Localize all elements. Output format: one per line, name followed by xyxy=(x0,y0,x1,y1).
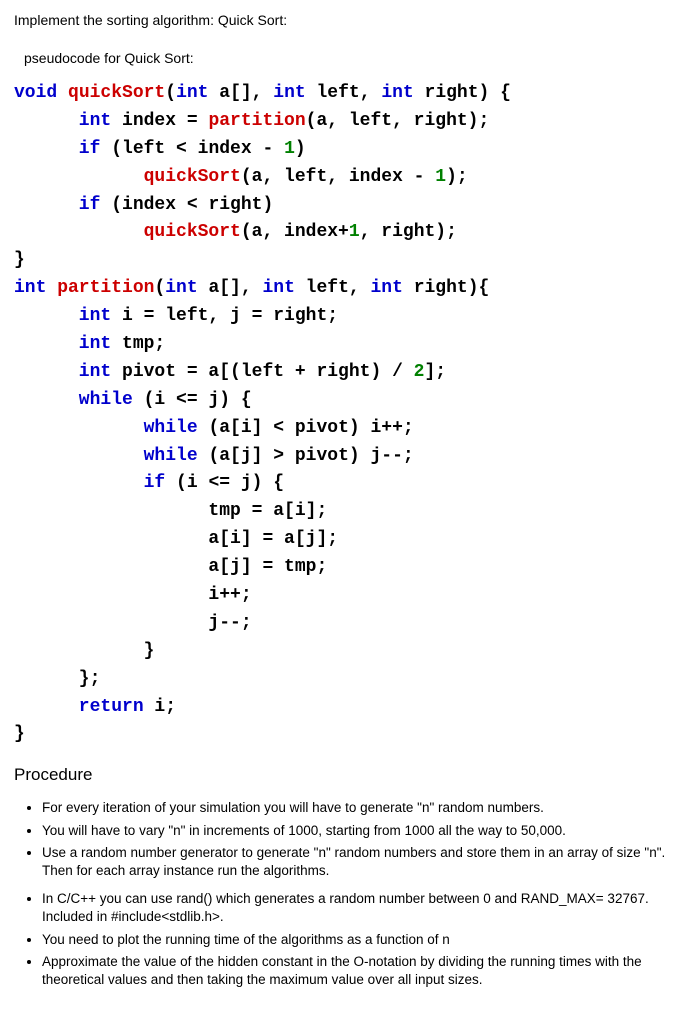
code-text: a[], xyxy=(198,278,263,298)
code-text: i = left, j = right; xyxy=(111,306,338,326)
code-text: right) { xyxy=(414,83,511,103)
kw-int: int xyxy=(381,83,413,103)
kw-int: int xyxy=(165,278,197,298)
pseudocode-label: pseudocode for Quick Sort: xyxy=(24,50,677,66)
kw-int: int xyxy=(262,278,294,298)
code-text: } xyxy=(14,641,154,661)
code-text: (i <= j) { xyxy=(133,390,252,410)
code-text: a[i] = a[j]; xyxy=(14,529,338,549)
fn-partition: partition xyxy=(46,278,154,298)
list-item: In C/C++ you can use rand() which genera… xyxy=(42,890,677,926)
code-text: a[], xyxy=(208,83,273,103)
list-item: You need to plot the running time of the… xyxy=(42,931,677,949)
code-text: (a, left, index - xyxy=(241,167,435,187)
kw-if: if xyxy=(14,139,100,159)
code-block: void quickSort(int a[], int left, int ri… xyxy=(14,80,677,749)
code-text: (a[j] > pivot) j--; xyxy=(198,446,414,466)
code-text: , right); xyxy=(360,222,457,242)
fn-partition: partition xyxy=(208,111,305,131)
kw-return: return xyxy=(14,697,144,717)
code-text: ]; xyxy=(424,362,446,382)
procedure-list: For every iteration of your simulation y… xyxy=(42,799,677,989)
kw-int: int xyxy=(14,111,111,131)
fn-quicksort: quickSort xyxy=(14,167,241,187)
list-item: Approximate the value of the hidden cons… xyxy=(42,953,677,989)
kw-while: while xyxy=(14,446,198,466)
code-text: pivot = a[(left + right) / xyxy=(111,362,413,382)
num-1: 1 xyxy=(284,139,295,159)
kw-int: int xyxy=(14,334,111,354)
code-text: tmp; xyxy=(111,334,165,354)
procedure-heading: Procedure xyxy=(14,765,677,785)
kw-int: int xyxy=(14,362,111,382)
num-2: 2 xyxy=(414,362,425,382)
code-text: (left < index - xyxy=(100,139,284,159)
code-text: (a, index+ xyxy=(241,222,349,242)
code-text: (a[i] < pivot) i++; xyxy=(198,418,414,438)
num-1: 1 xyxy=(435,167,446,187)
list-item: For every iteration of your simulation y… xyxy=(42,799,677,817)
kw-int: int xyxy=(14,306,111,326)
list-item: Use a random number generator to generat… xyxy=(42,844,677,880)
page-title: Implement the sorting algorithm: Quick S… xyxy=(14,12,677,28)
code-text: j--; xyxy=(14,613,252,633)
list-item: You will have to vary "n" in increments … xyxy=(42,822,677,840)
code-text: left, xyxy=(306,83,382,103)
kw-int: int xyxy=(176,83,208,103)
kw-void: void xyxy=(14,83,57,103)
kw-int: int xyxy=(371,278,403,298)
fn-quicksort: quickSort xyxy=(14,222,241,242)
code-text: } xyxy=(14,724,25,744)
code-text: tmp = a[i]; xyxy=(14,501,327,521)
code-text: index = xyxy=(111,111,208,131)
code-text: } xyxy=(14,250,25,270)
code-text: (index < right) xyxy=(100,195,273,215)
code-text: ); xyxy=(446,167,468,187)
kw-while: while xyxy=(14,418,198,438)
kw-int: int xyxy=(273,83,305,103)
code-text: (a, left, right); xyxy=(306,111,490,131)
fn-quicksort: quickSort xyxy=(57,83,165,103)
code-text: i; xyxy=(144,697,176,717)
kw-if: if xyxy=(14,195,100,215)
kw-int: int xyxy=(14,278,46,298)
code-text: (i <= j) { xyxy=(165,473,284,493)
code-text: a[j] = tmp; xyxy=(14,557,327,577)
code-text: ( xyxy=(165,83,176,103)
kw-while: while xyxy=(14,390,133,410)
code-text: i++; xyxy=(14,585,252,605)
num-1: 1 xyxy=(349,222,360,242)
kw-if: if xyxy=(14,473,165,493)
code-text: right){ xyxy=(403,278,489,298)
code-text: }; xyxy=(14,669,100,689)
code-text: ( xyxy=(154,278,165,298)
code-text: left, xyxy=(295,278,371,298)
code-text: ) xyxy=(295,139,306,159)
